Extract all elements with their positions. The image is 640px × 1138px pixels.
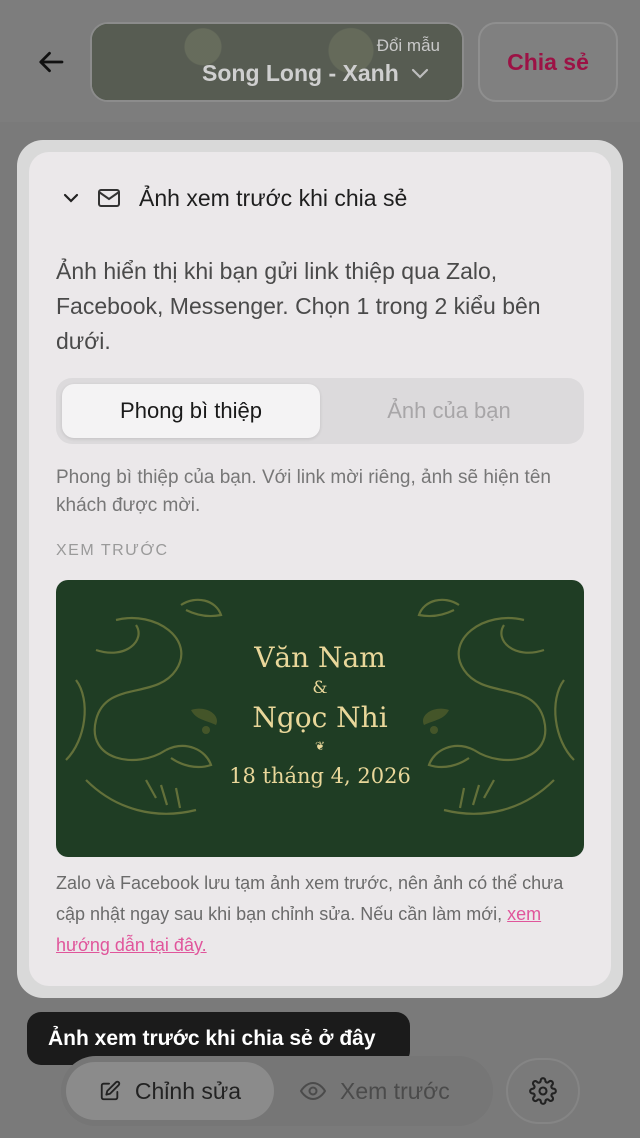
tab-envelope[interactable]: Phong bì thiệp xyxy=(62,384,320,438)
preview-button[interactable]: Xem trước xyxy=(300,1062,480,1120)
preview-type-toggle: Phong bì thiệp Ảnh của bạn xyxy=(56,378,584,444)
preview-section-label: XEM TRƯỚC xyxy=(56,542,169,559)
card-ampersand: & xyxy=(312,678,328,698)
edit-label: Chỉnh sửa xyxy=(134,1077,242,1104)
flourish-icon: ❦ xyxy=(314,739,326,753)
card-name-bride: Ngọc Nhi xyxy=(252,701,388,734)
footnote-text: Zalo và Facebook lưu tạm ảnh xem trước, … xyxy=(56,873,564,924)
tab-your-photo[interactable]: Ảnh của bạn xyxy=(320,384,578,438)
picker-value-row: Song Long - Xanh xyxy=(202,60,429,87)
tab-hint: Phong bì thiệp của bạn. Với link mời riê… xyxy=(56,467,551,516)
eye-icon xyxy=(300,1081,326,1101)
chevron-down-icon[interactable] xyxy=(63,193,79,203)
mail-icon xyxy=(98,189,120,207)
card-text: Văn Nam & Ngọc Nhi ❦ 18 tháng 4, 2026 xyxy=(56,638,584,794)
gear-icon xyxy=(529,1077,557,1105)
share-button[interactable]: Chia sẻ xyxy=(478,22,618,102)
preview-card: Văn Nam & Ngọc Nhi ❦ 18 tháng 4, 2026 xyxy=(56,580,584,857)
picker-value: Song Long - Xanh xyxy=(202,60,399,86)
arrow-left-icon xyxy=(39,51,64,73)
back-button[interactable] xyxy=(30,40,74,84)
template-picker[interactable]: Đổi mẫu Song Long - Xanh xyxy=(90,22,464,102)
panel-title: Ảnh xem trước khi chia sẻ xyxy=(139,184,408,211)
preview-label: Xem trước xyxy=(340,1077,450,1104)
card-name-groom: Văn Nam xyxy=(254,641,386,674)
picker-caption: Đổi mẫu xyxy=(376,36,440,55)
footnote: Zalo và Facebook lưu tạm ảnh xem trước, … xyxy=(56,868,576,961)
top-bar: Đổi mẫu Song Long - Xanh Chia sẻ xyxy=(0,0,640,122)
pencil-square-icon xyxy=(100,1080,121,1101)
share-preview-panel: Ảnh xem trước khi chia sẻ Ảnh hiển thị k… xyxy=(29,152,611,986)
card-date: 18 tháng 4, 2026 xyxy=(229,764,411,788)
chevron-down-icon xyxy=(411,68,428,79)
settings-button[interactable] xyxy=(506,1058,580,1124)
panel-header[interactable]: Ảnh xem trước khi chia sẻ xyxy=(63,180,407,216)
panel-description: Ảnh hiển thị khi bạn gửi link thiệp qua … xyxy=(56,258,541,354)
edit-button[interactable]: Chỉnh sửa xyxy=(66,1062,274,1120)
